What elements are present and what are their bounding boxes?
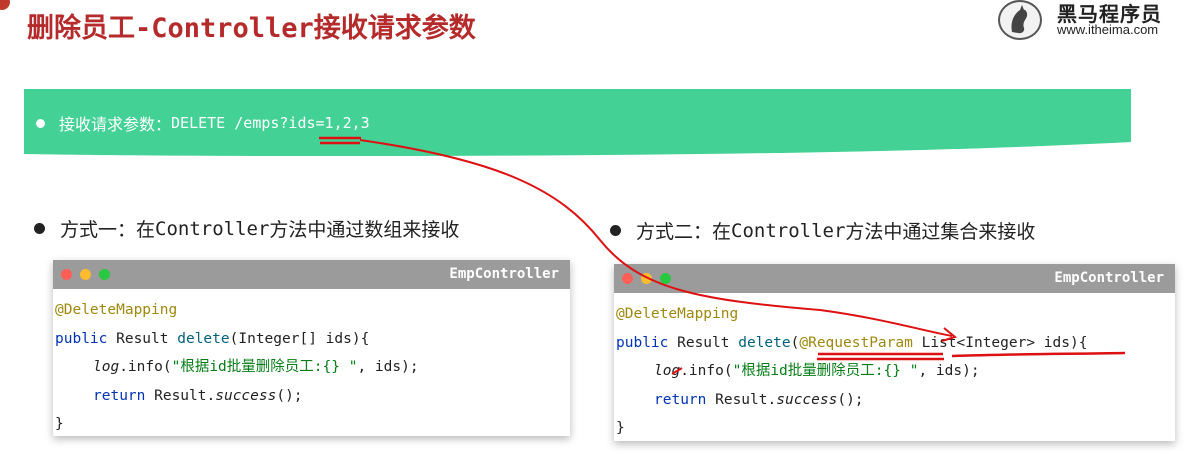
code-line: log.info("根据id批量删除员工:{} ", ids); xyxy=(616,357,1175,386)
method-one-heading: 方式一：在 Controller 方法中通过数组来接收 xyxy=(34,215,459,242)
minimize-dot-icon xyxy=(641,273,652,284)
maximize-dot-icon xyxy=(660,273,671,284)
horse-logo-icon xyxy=(998,0,1042,40)
log-ref: log xyxy=(654,363,681,379)
call: .info( xyxy=(680,363,733,379)
method-name: success xyxy=(776,391,838,408)
brand-url: www.itheima.com xyxy=(1057,22,1159,37)
corner-decoration xyxy=(0,0,10,10)
method-two-rest: 方法中通过集合来接收 xyxy=(845,221,1036,243)
method-one-controller: Controller xyxy=(155,217,270,240)
keyword: public xyxy=(616,334,669,351)
string-literal: "根据id批量删除员工:{} " xyxy=(171,359,358,375)
code-line: } xyxy=(55,410,570,436)
request-banner-text: 接收请求参数： DELETE /emps?ids=1,2,3 xyxy=(36,111,370,135)
slide-title: 删除员工-Controller接收请求参数 xyxy=(27,13,476,44)
args: , ids); xyxy=(357,359,419,375)
keyword: public xyxy=(55,330,108,347)
type: Result xyxy=(668,334,739,351)
code-line: return Result.success(); xyxy=(55,382,570,411)
method-two-controller: Controller xyxy=(731,219,846,242)
call: Result. xyxy=(706,391,777,408)
call-end: (); xyxy=(837,391,864,408)
keyword: return xyxy=(654,391,707,408)
method-name: success xyxy=(215,387,277,404)
call: Result. xyxy=(145,387,216,404)
bullet-icon xyxy=(36,118,45,128)
bullet-icon xyxy=(34,223,45,234)
annotation: @DeleteMapping xyxy=(55,302,178,318)
code-line: public Result delete(@RequestParam List<… xyxy=(616,329,1175,358)
method-two-heading: 方式二：在 Controller 方法中通过集合来接收 xyxy=(610,217,1035,244)
string-literal: "根据id批量删除员工:{} " xyxy=(732,363,919,379)
method-name: delete xyxy=(738,334,791,351)
annotation: @DeleteMapping xyxy=(616,306,739,322)
method-name: delete xyxy=(177,330,230,347)
close-dot-icon xyxy=(622,273,633,284)
method-one-label: 方式一：在 xyxy=(60,219,156,241)
brace: } xyxy=(616,420,625,436)
code-line: log.info("根据id批量删除员工:{} ", ids); xyxy=(55,353,570,382)
request-url: DELETE /emps?ids=1,2,3 xyxy=(171,114,370,132)
keyword: return xyxy=(93,387,146,404)
code-line: public Result delete(Integer[] ids){ xyxy=(55,325,570,354)
params: (Integer[] ids){ xyxy=(229,330,370,347)
params: List<Integer> ids){ xyxy=(912,334,1088,351)
code-window-array: EmpController @DeleteMapping public Resu… xyxy=(53,260,570,436)
request-param-annotation: @RequestParam xyxy=(799,334,913,351)
args: , ids); xyxy=(918,363,980,379)
call-end: (); xyxy=(276,387,303,404)
method-two-label: 方式二：在 xyxy=(636,221,732,243)
bullet-icon xyxy=(610,225,621,236)
code-window-titlebar: EmpController xyxy=(614,264,1175,293)
type: Result xyxy=(107,330,178,347)
method-one-rest: 方法中通过数组来接收 xyxy=(269,219,460,241)
brace: } xyxy=(55,416,64,432)
code-window-titlebar: EmpController xyxy=(53,260,570,289)
code-line: return Result.success(); xyxy=(616,386,1175,415)
code-window-list: EmpController @DeleteMapping public Resu… xyxy=(614,264,1175,441)
minimize-dot-icon xyxy=(80,269,91,280)
close-dot-icon xyxy=(61,269,72,280)
call: .info( xyxy=(119,359,172,375)
maximize-dot-icon xyxy=(99,269,110,280)
banner-label: 接收请求参数： xyxy=(59,115,172,134)
code-filename: EmpController xyxy=(1054,270,1164,286)
code-line: @DeleteMapping xyxy=(616,300,1175,329)
log-ref: log xyxy=(93,359,120,375)
brand-logo: 黑马程序员 www.itheima.com xyxy=(995,0,1185,44)
code-filename: EmpController xyxy=(449,266,559,282)
code-body: @DeleteMapping public Result delete(@Req… xyxy=(614,293,1175,441)
code-body: @DeleteMapping public Result delete(Inte… xyxy=(53,289,570,436)
code-line: @DeleteMapping xyxy=(55,296,570,325)
code-line: } xyxy=(616,414,1175,441)
